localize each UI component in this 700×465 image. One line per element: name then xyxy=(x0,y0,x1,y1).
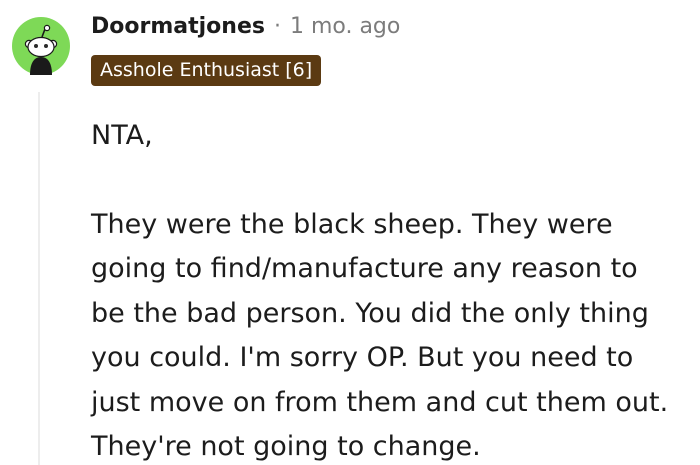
user-flair: Asshole Enthusiast [6] xyxy=(91,55,322,86)
comment-body: NTA, They were the black sheep. They wer… xyxy=(91,114,686,465)
thread-line[interactable] xyxy=(38,92,40,465)
comment: Doormatjones · 1 mo. ago Asshole Enthusi… xyxy=(0,0,700,465)
timestamp[interactable]: 1 mo. ago xyxy=(290,14,400,39)
meta-separator: · xyxy=(273,13,281,39)
snoo-avatar-icon[interactable] xyxy=(12,17,70,75)
author-name[interactable]: Doormatjones xyxy=(91,14,265,39)
comment-paragraph: NTA, xyxy=(91,120,153,151)
comment-paragraph: They were the black sheep. They were goi… xyxy=(91,208,669,463)
comment-meta: Doormatjones · 1 mo. ago xyxy=(91,8,400,44)
